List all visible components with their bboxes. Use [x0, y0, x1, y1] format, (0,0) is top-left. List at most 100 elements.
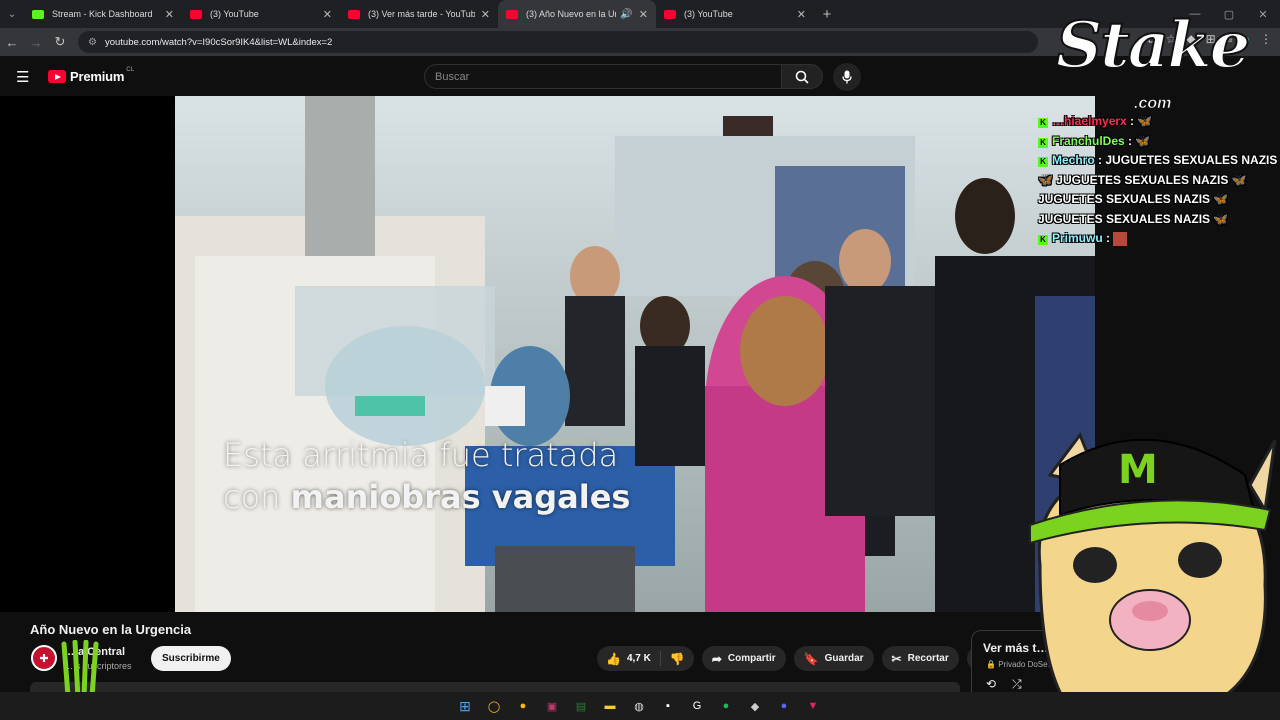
- close-tab-icon[interactable]: ✕: [639, 8, 648, 21]
- youtube-icon: [664, 9, 676, 19]
- save-button[interactable]: 🔖 Guardar: [793, 646, 874, 671]
- browser-tab[interactable]: (3) Ver más tarde - YouTube ✕: [340, 0, 498, 28]
- video-title: Año Nuevo en la Urgencia: [30, 622, 192, 637]
- video-frame[interactable]: Esta arritmia fue tratada con maniobras …: [175, 96, 1095, 612]
- stream-chat-overlay: K …hiaelmyerx : 🦋 K FranchulDes : 🦋 K Mechr…: [1038, 112, 1280, 249]
- search-placeholder: Buscar: [435, 70, 470, 83]
- close-tab-icon[interactable]: ✕: [797, 8, 806, 21]
- app-icon[interactable]: ▣: [543, 697, 561, 715]
- butterfly-emote-icon: 🦋: [1135, 133, 1151, 148]
- cat-mascot-overlay: M: [1029, 431, 1277, 720]
- description-box[interactable]: [30, 682, 960, 692]
- channel-avatar[interactable]: ✚: [31, 645, 57, 671]
- new-tab-button[interactable]: +: [814, 0, 840, 28]
- file-explorer-icon[interactable]: ▬: [601, 697, 619, 715]
- search-icon: [795, 70, 809, 84]
- app-icon[interactable]: ▼: [804, 697, 822, 715]
- tab-title: (3) YouTube: [210, 9, 259, 19]
- discord-icon[interactable]: ●: [775, 697, 793, 715]
- stake-domain: .com: [1134, 95, 1172, 113]
- butterfly-emote-icon: 🦋: [1231, 172, 1247, 187]
- share-button[interactable]: ➦ Compartir: [701, 646, 786, 671]
- tab-title: (3) Ver más tarde - YouTube: [368, 9, 475, 19]
- video-actions: 👍4,7 K 👎 ➦Compartir 🔖Guardar ✂Recortar ⋯: [597, 646, 992, 671]
- chat-message-cont: JUGUETES SEXUALES NAZIS 🦋: [1038, 192, 1229, 206]
- butterfly-emote-icon: 🦋: [1038, 172, 1053, 187]
- youtube-icon: [190, 9, 202, 19]
- butterfly-emote-icon: 🦋: [1213, 211, 1229, 226]
- chat-message: K Mechro : JUGUETES SEXUALES NAZIS: [1038, 151, 1280, 171]
- app-icon[interactable]: ▤: [572, 697, 590, 715]
- browser-tab[interactable]: (3) YouTube ✕: [656, 0, 814, 28]
- search-button[interactable]: [781, 64, 823, 89]
- thumbs-down-icon: 👎: [669, 651, 685, 666]
- butterfly-emote-icon: 🦋: [1137, 114, 1153, 128]
- kick-icon: [32, 9, 44, 19]
- url-text: youtube.com/watch?v=I90cSor9IK4&list=WL&…: [104, 36, 333, 48]
- back-icon[interactable]: ←: [0, 35, 24, 50]
- obs-icon[interactable]: ◍: [630, 697, 648, 715]
- address-bar[interactable]: ⚙ youtube.com/watch?v=I90cSor9IK4&list=W…: [78, 31, 1038, 53]
- browser-tab[interactable]: Stream - Kick Dashboard ✕: [24, 0, 182, 28]
- emote-icon: [1113, 231, 1128, 246]
- capcut-icon[interactable]: ▪: [659, 697, 677, 715]
- speaker-icon[interactable]: 🔊: [620, 9, 632, 20]
- svg-text:M: M: [1118, 447, 1158, 493]
- tab-title: (3) Año Nuevo en la Urgencia: [526, 9, 617, 19]
- lock-icon: 🔒: [986, 660, 996, 669]
- like-button[interactable]: 👍 4,7 K: [597, 646, 660, 671]
- app-icon[interactable]: ◆: [746, 697, 764, 715]
- close-tab-icon[interactable]: ✕: [481, 8, 490, 21]
- dislike-button[interactable]: 👎: [661, 646, 694, 671]
- tab-search-icon[interactable]: ⌄: [0, 0, 24, 28]
- thumbs-up-icon: 👍: [606, 651, 621, 666]
- voice-search-button[interactable]: [833, 63, 861, 91]
- forward-icon[interactable]: →: [24, 35, 48, 50]
- chat-message: K Primuwu :: [1038, 229, 1280, 249]
- stake-logo: Stake: [1055, 8, 1251, 83]
- close-window-icon[interactable]: ✕: [1246, 0, 1280, 28]
- butterfly-emote-icon: 🦋: [1213, 192, 1229, 206]
- norton-icon[interactable]: ◯: [485, 697, 503, 715]
- kick-badge-icon: K: [1038, 157, 1048, 167]
- tab-title: (3) YouTube: [684, 9, 733, 19]
- loop-icon[interactable]: ⟲: [986, 677, 996, 691]
- menu-hamburger-icon[interactable]: ☰: [16, 68, 29, 86]
- search-input[interactable]: Buscar: [424, 64, 782, 89]
- windows-taskbar: ⊞ ◯ ● ▣ ▤ ▬ ◍ ▪ G ● ◆ ● ▼: [0, 692, 1280, 720]
- reload-icon[interactable]: ↻: [48, 34, 72, 50]
- site-info-icon[interactable]: ⚙: [88, 37, 97, 48]
- chrome-icon[interactable]: ●: [514, 697, 532, 715]
- youtube-play-icon: [48, 70, 66, 83]
- microphone-icon: [842, 70, 852, 84]
- chat-message: K …hiaelmyerx : 🦋: [1038, 112, 1280, 132]
- scissors-icon: ✂: [891, 651, 902, 666]
- monster-energy-icon: [61, 640, 99, 700]
- bookmark-icon: 🔖: [803, 651, 819, 666]
- subtitle-line-2: con maniobras vagales: [223, 478, 631, 516]
- spotify-icon[interactable]: ●: [717, 697, 735, 715]
- youtube-logo[interactable]: Premium CL: [48, 66, 134, 84]
- browser-tab-active[interactable]: (3) Año Nuevo en la Urgencia 🔊 ✕: [498, 0, 656, 28]
- close-tab-icon[interactable]: ✕: [323, 8, 332, 21]
- windows-start-icon[interactable]: ⊞: [456, 697, 474, 715]
- app-icon[interactable]: G: [688, 697, 706, 715]
- subtitle-line-1: Esta arritmia fue tratada: [223, 436, 619, 474]
- chat-message: K FranchulDes : 🦋: [1038, 132, 1280, 152]
- subscribe-button[interactable]: Suscribirme: [151, 646, 231, 671]
- share-icon: ➦: [711, 651, 722, 666]
- video-subtitle: Esta arritmia fue tratada con maniobras …: [223, 434, 630, 518]
- browser-tab[interactable]: (3) YouTube ✕: [182, 0, 340, 28]
- close-tab-icon[interactable]: ✕: [165, 8, 174, 21]
- kick-badge-icon: K: [1038, 235, 1048, 245]
- menu-dots-icon[interactable]: ⋮: [1260, 32, 1272, 47]
- country-code: CL: [126, 66, 134, 73]
- clip-button[interactable]: ✂ Recortar: [881, 646, 959, 671]
- chat-message-cont: JUGUETES SEXUALES NAZIS 🦋: [1038, 211, 1229, 226]
- kick-badge-icon: K: [1038, 118, 1048, 128]
- youtube-icon: [348, 9, 360, 19]
- chat-message-cont: 🦋 JUGUETES SEXUALES NAZIS 🦋: [1038, 172, 1247, 187]
- kick-badge-icon: K: [1038, 137, 1048, 148]
- tab-title: Stream - Kick Dashboard: [52, 9, 153, 19]
- youtube-brand: Premium: [70, 69, 125, 84]
